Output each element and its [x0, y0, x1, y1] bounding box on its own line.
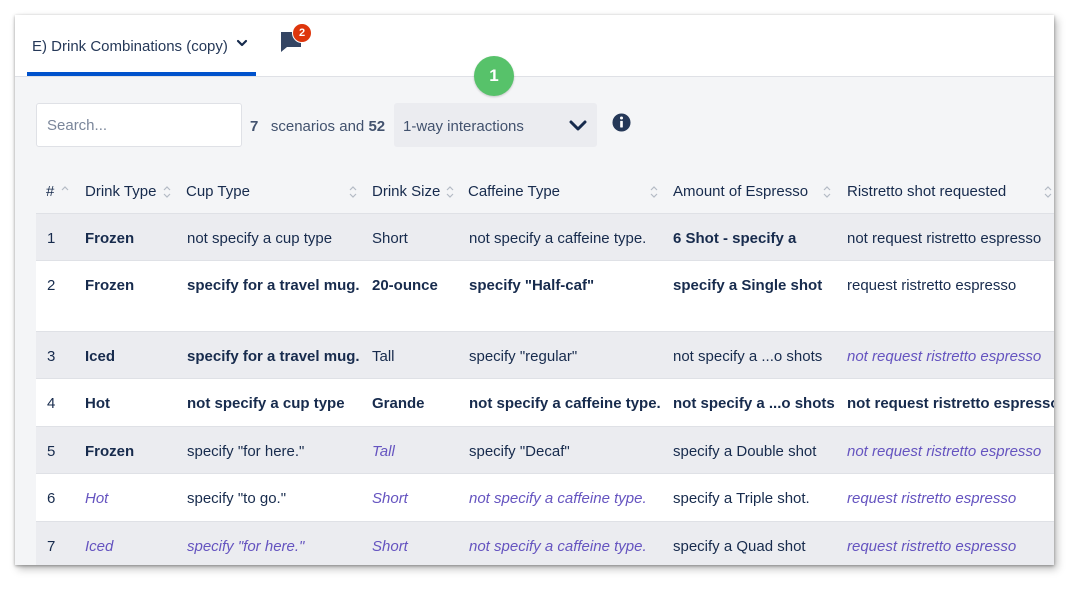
- cell-cup-type: specify for a travel mug.: [187, 348, 360, 365]
- comment-count-badge: 2: [292, 23, 312, 43]
- cell-caffeine-type: specify "Half-caf": [469, 277, 595, 294]
- cell-drink-size: Short: [372, 538, 408, 555]
- table-header: # Drink Type Cup Type Drink Size Caffein…: [36, 170, 1054, 213]
- cell-espresso: specify a Triple shot.: [673, 490, 810, 507]
- info-icon[interactable]: [612, 113, 631, 132]
- sort-icon[interactable]: [349, 185, 357, 199]
- interaction-strength-value: 1-way interactions: [403, 118, 524, 135]
- column-header-ristretto[interactable]: Ristretto shot requested: [847, 183, 1006, 200]
- cell-cup-type: specify "to go.": [187, 490, 287, 507]
- sort-icon[interactable]: [61, 185, 69, 199]
- cell-number: 6: [47, 490, 56, 507]
- cell-espresso: specify a Quad shot: [673, 538, 806, 555]
- cell-cup-type: specify for a travel mug.: [187, 277, 360, 294]
- cell-ristretto: not request ristretto espresso: [847, 348, 1042, 365]
- cell-drink-type: Frozen: [85, 443, 135, 460]
- cell-espresso: not specify a ...o shots: [673, 395, 835, 412]
- cell-caffeine-type: specify "regular": [469, 348, 578, 365]
- scenario-summary-text: scenarios and: [270, 118, 365, 135]
- scenario-summary: 7 scenarios and 52: [250, 118, 385, 135]
- interaction-strength-select[interactable]: 1-way interactions: [394, 103, 597, 147]
- cell-caffeine-type: specify "Decaf": [469, 443, 570, 460]
- sort-icon[interactable]: [823, 185, 831, 199]
- cell-espresso: specify a Single shot: [673, 277, 823, 294]
- cell-number: 2: [47, 277, 56, 294]
- cell-number: 5: [47, 443, 56, 460]
- step-marker: 1: [474, 56, 514, 96]
- cell-drink-size: Tall: [372, 443, 395, 460]
- sort-icon[interactable]: [446, 185, 454, 199]
- cell-caffeine-type: not specify a caffeine type.: [469, 490, 647, 507]
- cell-drink-type: Hot: [85, 395, 110, 412]
- table-row[interactable]: 7 Iced specify "for here." Short not spe…: [36, 521, 1054, 565]
- cell-number: 3: [47, 348, 56, 365]
- cell-caffeine-type: not specify a caffeine type.: [469, 538, 647, 555]
- cell-cup-type: not specify a cup type: [187, 230, 333, 247]
- column-header-number[interactable]: #: [46, 183, 54, 200]
- search-input[interactable]: [36, 103, 242, 147]
- cell-number: 1: [47, 230, 56, 247]
- cell-drink-type: Iced: [85, 348, 116, 365]
- sort-icon[interactable]: [1044, 185, 1052, 199]
- scenario-table: # Drink Type Cup Type Drink Size Caffein…: [36, 170, 1054, 565]
- column-header-amount-of-espresso[interactable]: Amount of Espresso: [673, 183, 808, 200]
- scenario-count: 7: [250, 118, 259, 135]
- cell-espresso: specify a Double shot: [673, 443, 817, 460]
- table-row[interactable]: 5 Frozen specify "for here." Tall specif…: [36, 426, 1054, 473]
- cell-ristretto: not request ristretto espresso: [847, 395, 1054, 412]
- cell-espresso: not specify a ...o shots: [673, 348, 823, 365]
- cell-number: 4: [47, 395, 56, 412]
- chevron-down-icon: [569, 120, 587, 131]
- test-plan-panel: E) Drink Combinations (copy) 2 1 7 scena…: [15, 15, 1054, 565]
- cell-caffeine-type: not specify a caffeine type.: [469, 395, 661, 412]
- cell-ristretto: request ristretto espresso: [847, 490, 1017, 507]
- cell-drink-size: Grande: [372, 395, 425, 412]
- sort-icon[interactable]: [163, 185, 171, 199]
- interaction-count: 52: [368, 118, 386, 135]
- top-bar: E) Drink Combinations (copy) 2: [15, 15, 1054, 77]
- table-row[interactable]: 6 Hot specify "to go." Short not specify…: [36, 473, 1054, 521]
- cell-cup-type: specify "for here.": [187, 443, 305, 460]
- cell-number: 7: [47, 538, 56, 555]
- cell-drink-size: Tall: [372, 348, 395, 365]
- cell-drink-type: Hot: [85, 490, 109, 507]
- cell-drink-type: Iced: [85, 538, 114, 555]
- cell-drink-size: Short: [372, 230, 408, 247]
- column-header-drink-size[interactable]: Drink Size: [372, 183, 440, 200]
- table-row[interactable]: 4 Hot not specify a cup type Grande not …: [36, 378, 1054, 426]
- cell-caffeine-type: not specify a caffeine type.: [469, 230, 647, 247]
- column-header-cup-type[interactable]: Cup Type: [186, 183, 250, 200]
- cell-ristretto: request ristretto espresso: [847, 538, 1017, 555]
- cell-ristretto: request ristretto espresso: [847, 277, 1017, 294]
- cell-cup-type: specify "for here.": [187, 538, 305, 555]
- cell-drink-size: 20-ounce: [372, 277, 438, 294]
- table-row[interactable]: 2 Frozen specify for a travel mug. 20-ou…: [36, 260, 1054, 331]
- sort-icon[interactable]: [650, 185, 658, 199]
- chevron-down-icon[interactable]: [236, 37, 248, 49]
- table-row[interactable]: 1 Frozen not specify a cup type Short no…: [36, 213, 1054, 260]
- cell-cup-type: not specify a cup type: [187, 395, 345, 412]
- cell-espresso: 6 Shot - specify a: [673, 230, 797, 247]
- tab-drink-combinations[interactable]: E) Drink Combinations (copy): [27, 15, 256, 76]
- cell-drink-type: Frozen: [85, 230, 135, 247]
- table-row[interactable]: 3 Iced specify for a travel mug. Tall sp…: [36, 331, 1054, 378]
- tab-label: E) Drink Combinations (copy): [32, 38, 228, 55]
- cell-drink-size: Short: [372, 490, 408, 507]
- cell-drink-type: Frozen: [85, 277, 135, 294]
- column-header-caffeine-type[interactable]: Caffeine Type: [468, 183, 560, 200]
- column-header-drink-type[interactable]: Drink Type: [85, 183, 156, 200]
- cell-ristretto: not request ristretto espresso: [847, 443, 1042, 460]
- cell-ristretto: not request ristretto espresso: [847, 230, 1042, 247]
